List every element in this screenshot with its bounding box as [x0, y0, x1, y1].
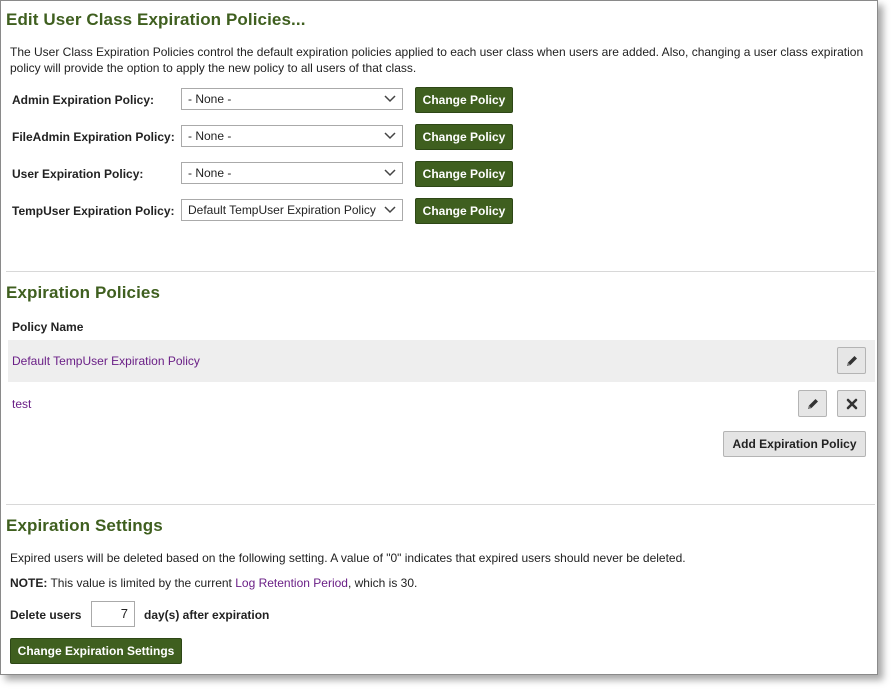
- edit-policy-button[interactable]: [798, 390, 827, 417]
- section-title-user-class-policies: Edit User Class Expiration Policies...: [6, 10, 306, 29]
- admin-policy-select[interactable]: - None -: [181, 88, 403, 110]
- admin-policy-label: Admin Expiration Policy:: [12, 93, 155, 107]
- change-tempuser-policy-button[interactable]: Change Policy: [415, 198, 513, 224]
- note-label: NOTE:: [10, 576, 48, 590]
- tempuser-policy-label: TempUser Expiration Policy:: [12, 204, 175, 218]
- tempuser-policy-select-value: Default TempUser Expiration Policy: [188, 203, 376, 217]
- chevron-down-icon: [384, 95, 396, 103]
- retention-note: NOTE: This value is limited by the curre…: [10, 576, 417, 590]
- chevron-down-icon: [384, 206, 396, 214]
- fileadmin-policy-select[interactable]: - None -: [181, 125, 403, 147]
- policy-link-default-tempuser[interactable]: Default TempUser Expiration Policy: [12, 354, 200, 368]
- chevron-down-icon: [384, 169, 396, 177]
- tempuser-policy-select[interactable]: Default TempUser Expiration Policy: [181, 199, 403, 221]
- add-expiration-policy-button[interactable]: Add Expiration Policy: [723, 431, 866, 457]
- page-frame: Edit User Class Expiration Policies... T…: [0, 0, 878, 675]
- policy-link-test[interactable]: test: [12, 397, 31, 411]
- user-policy-select-value: - None -: [188, 166, 232, 180]
- delete-days-suffix: day(s) after expiration: [144, 608, 270, 622]
- change-admin-policy-button[interactable]: Change Policy: [415, 87, 513, 113]
- fileadmin-policy-label: FileAdmin Expiration Policy:: [12, 130, 175, 144]
- section-divider: [6, 271, 875, 272]
- log-retention-link[interactable]: Log Retention Period: [235, 576, 348, 590]
- intro-text: The User Class Expiration Policies contr…: [10, 45, 864, 75]
- change-expiration-settings-button[interactable]: Change Expiration Settings: [10, 638, 182, 664]
- pencil-icon: [808, 399, 818, 409]
- edit-policy-button[interactable]: [837, 347, 866, 374]
- note-text: This value is limited by the current: [50, 576, 232, 590]
- change-user-policy-button[interactable]: Change Policy: [415, 161, 513, 187]
- chevron-down-icon: [384, 132, 396, 140]
- policy-name-column-header: Policy Name: [12, 320, 84, 334]
- note-text-after: , which is 30.: [347, 576, 418, 590]
- admin-policy-select-value: - None -: [188, 92, 232, 106]
- delete-days-input[interactable]: 7: [91, 601, 135, 627]
- pencil-icon: [847, 356, 857, 366]
- section-divider: [6, 504, 875, 505]
- fileadmin-policy-select-value: - None -: [188, 129, 232, 143]
- section-title-expiration-settings: Expiration Settings: [6, 516, 163, 535]
- user-policy-label: User Expiration Policy:: [12, 167, 144, 181]
- close-icon: [846, 398, 858, 410]
- section-title-expiration-policies: Expiration Policies: [6, 283, 161, 302]
- expiration-description: Expired users will be deleted based on t…: [10, 551, 686, 565]
- delete-users-label: Delete users: [10, 608, 82, 622]
- user-policy-select[interactable]: - None -: [181, 162, 403, 184]
- delete-policy-button[interactable]: [837, 390, 866, 417]
- change-fileadmin-policy-button[interactable]: Change Policy: [415, 124, 513, 150]
